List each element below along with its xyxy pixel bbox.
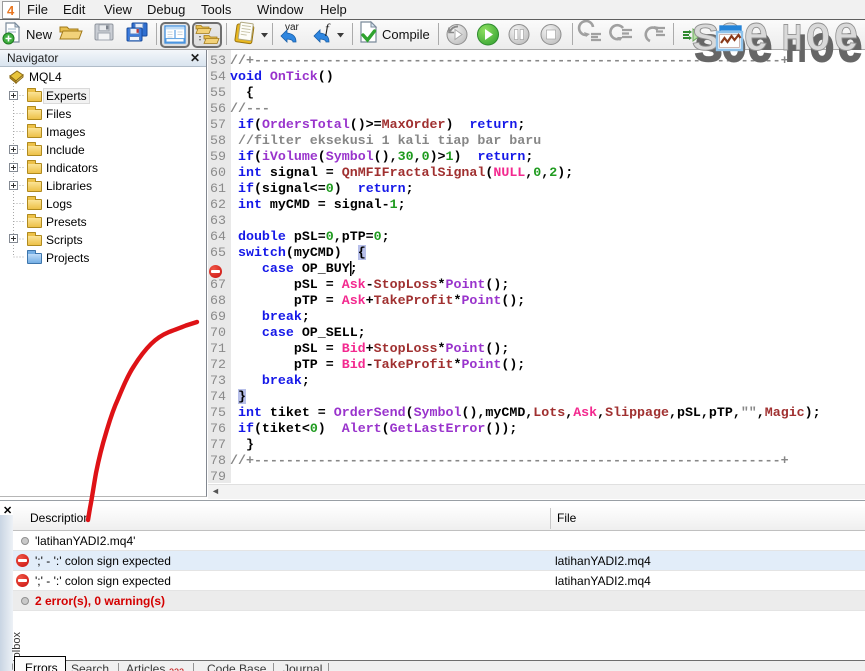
svg-text:f: f [325,22,331,37]
